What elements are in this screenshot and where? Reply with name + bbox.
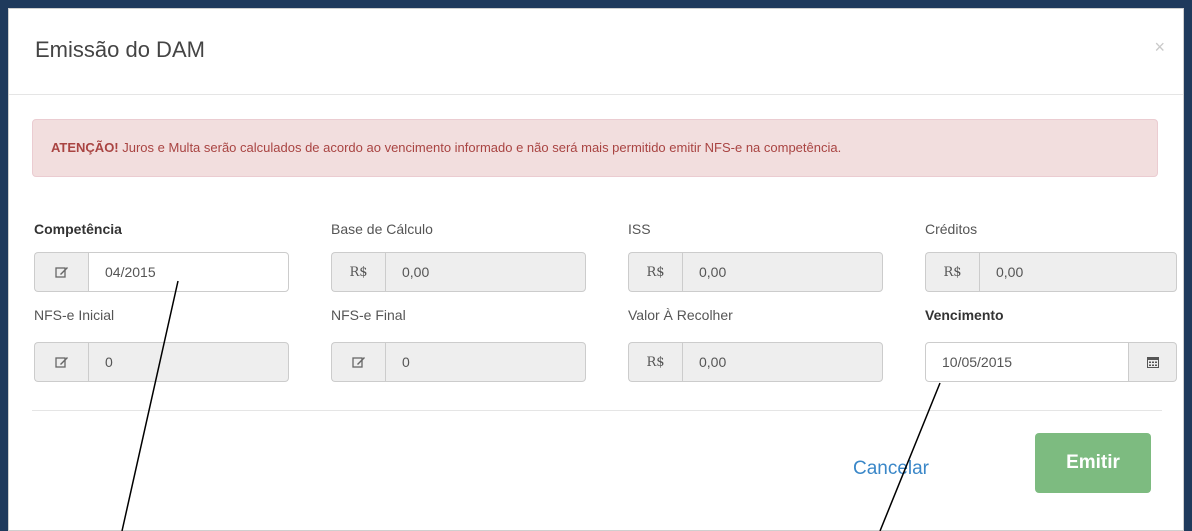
competencia-label: Competência <box>34 221 122 237</box>
modal-header: Emissão do DAM × <box>9 9 1183 95</box>
iss-input: 0,00 <box>682 252 883 292</box>
currency-addon: R$ <box>331 252 385 292</box>
alert-strong: ATENÇÃO! <box>51 140 119 155</box>
base-calculo-input-group: R$ 0,00 <box>331 252 586 292</box>
nfse-final-label: NFS-e Final <box>331 307 406 323</box>
iss-input-group: R$ 0,00 <box>628 252 883 292</box>
nfse-inicial-input: 0 <box>88 342 289 382</box>
vencimento-input[interactable]: 10/05/2015 <box>925 342 1129 382</box>
valor-recolher-label: Valor À Recolher <box>628 307 733 323</box>
emit-button[interactable]: Emitir <box>1035 433 1151 493</box>
valor-recolher-input-group: R$ 0,00 <box>628 342 883 382</box>
vencimento-label: Vencimento <box>925 307 1004 323</box>
valor-recolher-input: 0,00 <box>682 342 883 382</box>
base-calculo-input: 0,00 <box>385 252 586 292</box>
alert-text: Juros e Multa serão calculados de acordo… <box>118 140 842 155</box>
creditos-label: Créditos <box>925 221 978 237</box>
cancel-button[interactable]: Cancelar <box>835 449 947 489</box>
edit-icon <box>34 252 88 292</box>
creditos-input: 0,00 <box>979 252 1177 292</box>
iss-label: ISS <box>628 221 651 237</box>
currency-addon: R$ <box>628 252 682 292</box>
edit-icon <box>34 342 88 382</box>
currency-addon: R$ <box>628 342 682 382</box>
edit-icon <box>331 342 385 382</box>
background-window-frame <box>0 0 1192 8</box>
dam-emission-modal: Emissão do DAM × ATENÇÃO! Juros e Multa … <box>8 8 1184 531</box>
competencia-input[interactable]: 04/2015 <box>88 252 289 292</box>
competencia-input-group: 04/2015 <box>34 252 289 292</box>
nfse-final-input: 0 <box>385 342 586 382</box>
creditos-input-group: R$ 0,00 <box>925 252 1177 292</box>
footer-divider <box>32 410 1162 411</box>
vencimento-input-group: 10/05/2015 <box>925 342 1177 382</box>
nfse-final-input-group: 0 <box>331 342 586 382</box>
currency-addon: R$ <box>925 252 979 292</box>
nfse-inicial-input-group: 0 <box>34 342 289 382</box>
background-window-frame-left <box>0 0 8 531</box>
modal-title: Emissão do DAM <box>35 37 205 62</box>
base-calculo-label: Base de Cálculo <box>331 221 433 237</box>
close-icon[interactable]: × <box>1154 37 1165 58</box>
warning-alert: ATENÇÃO! Juros e Multa serão calculados … <box>32 119 1158 177</box>
background-window-frame-right <box>1184 0 1192 531</box>
nfse-inicial-label: NFS-e Inicial <box>34 307 115 323</box>
calendar-icon[interactable] <box>1129 342 1177 382</box>
